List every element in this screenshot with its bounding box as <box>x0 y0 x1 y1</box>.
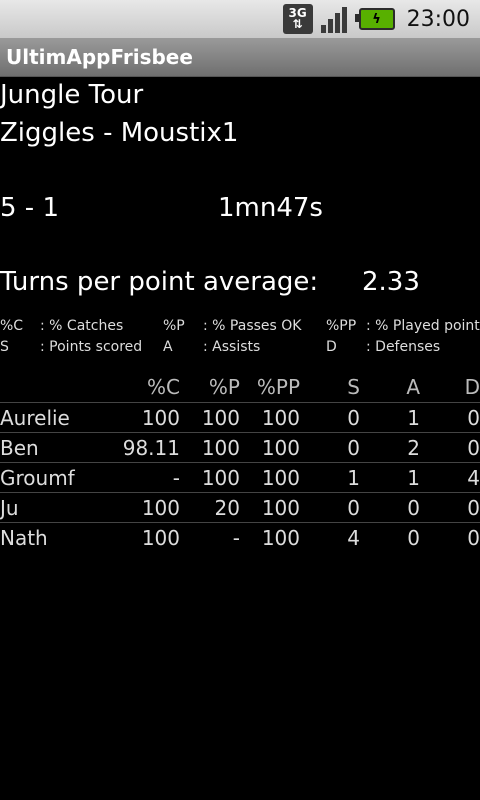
table-row: Ben 98.11 100 100 0 2 0 <box>0 432 480 463</box>
player-name: Ben <box>0 432 110 463</box>
legend-desc: : % Played points <box>366 318 480 334</box>
table-header-row: %C %P %PP S A D <box>0 372 480 403</box>
player-name: Nath <box>0 522 110 552</box>
match-duration: 1mn47s <box>218 193 323 223</box>
status-bar: 3G ⇅ ϟ 23:00 <box>0 0 480 38</box>
table-row: Ju 100 20 100 0 0 0 <box>0 492 480 523</box>
turns-per-point-label: Turns per point average: <box>0 267 319 297</box>
legend-desc: : Points scored <box>40 339 143 355</box>
player-name: Ju <box>0 492 110 523</box>
legend-abbr: %C <box>0 318 24 334</box>
table-cell: 0 <box>420 522 480 552</box>
column-header: D <box>464 375 480 399</box>
player-name: Aurelie <box>0 402 110 433</box>
table-cell: 100 <box>240 462 300 493</box>
match-score: 5 - 1 <box>0 193 59 223</box>
table-cell: 0 <box>300 432 360 463</box>
table-row: Groumf - 100 100 1 1 4 <box>0 462 480 493</box>
table-cell: 100 <box>110 402 180 433</box>
legend-abbr: S <box>0 339 9 355</box>
column-header: A <box>406 375 420 399</box>
table-cell: 100 <box>240 402 300 433</box>
match-teams: Ziggles - Moustix1 <box>0 118 239 148</box>
table-cell: 0 <box>420 402 480 433</box>
legend-desc: : % Passes OK <box>203 318 302 334</box>
table-cell: 2 <box>360 432 420 463</box>
turns-per-point-value: 2.33 <box>362 267 420 297</box>
legend-abbr: A <box>163 339 173 355</box>
legend-desc: : % Catches <box>40 318 124 334</box>
table-cell: 100 <box>110 492 180 523</box>
table-cell: 0 <box>360 492 420 523</box>
player-name: Groumf <box>0 462 110 493</box>
table-cell: 0 <box>420 492 480 523</box>
table-cell: 98.11 <box>110 432 180 463</box>
signal-strength-icon <box>320 5 351 33</box>
table-cell: 4 <box>420 462 480 493</box>
table-cell: 100 <box>110 522 180 552</box>
table-cell: 1 <box>360 462 420 493</box>
battery-charging-icon: ϟ <box>354 8 395 30</box>
column-header: %P <box>208 375 240 399</box>
table-row: Aurelie 100 100 100 0 1 0 <box>0 402 480 433</box>
table-cell: 0 <box>300 492 360 523</box>
player-stats-table: %C %P %PP S A D Aurelie 100 100 100 0 1 … <box>0 372 480 552</box>
column-header: %PP <box>256 375 300 399</box>
table-cell: 0 <box>360 522 420 552</box>
table-cell: 100 <box>180 432 240 463</box>
table-cell: 100 <box>180 402 240 433</box>
network-3g-icon: 3G ⇅ <box>282 4 313 34</box>
table-cell: - <box>110 462 180 493</box>
table-cell: - <box>180 522 240 552</box>
legend-abbr: D <box>326 339 337 355</box>
legend-abbr: %PP <box>326 318 357 334</box>
legend-desc: : Defenses <box>366 339 441 355</box>
legend-abbr: %P <box>163 318 185 334</box>
tournament-name: Jungle Tour <box>0 80 144 110</box>
table-cell: 100 <box>240 522 300 552</box>
table-row: Nath 100 - 100 4 0 0 <box>0 522 480 552</box>
table-cell: 100 <box>240 432 300 463</box>
legend-desc: : Assists <box>203 339 261 355</box>
table-cell: 0 <box>300 402 360 433</box>
column-header: %C <box>147 375 180 399</box>
table-cell: 100 <box>240 492 300 523</box>
app-title: UltimAppFrisbee <box>6 45 193 69</box>
table-cell: 20 <box>180 492 240 523</box>
table-cell: 0 <box>420 432 480 463</box>
table-cell: 100 <box>180 462 240 493</box>
table-cell: 4 <box>300 522 360 552</box>
table-cell: 1 <box>360 402 420 433</box>
table-cell: 1 <box>300 462 360 493</box>
column-header: S <box>347 375 360 399</box>
status-clock: 23:00 <box>406 6 470 32</box>
app-title-bar: UltimAppFrisbee <box>0 38 480 77</box>
column-header <box>0 372 110 403</box>
